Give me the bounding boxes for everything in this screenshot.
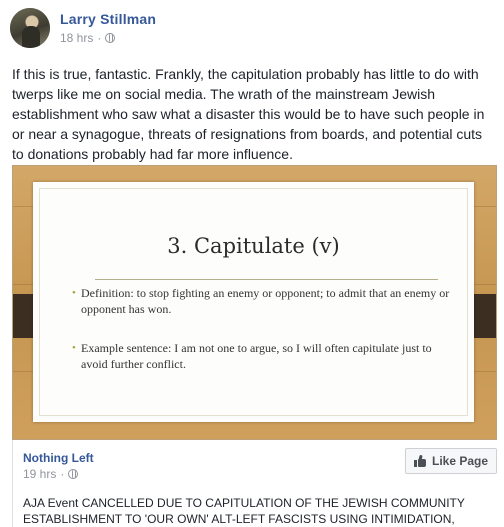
slide-divider	[95, 279, 438, 280]
post-header: Larry Stillman 18 hrs ·	[10, 8, 156, 48]
thumbs-up-icon	[413, 454, 426, 467]
globe-icon[interactable]	[68, 469, 79, 479]
avatar[interactable]	[10, 8, 50, 48]
shared-post-text: AJA Event CANCELLED DUE TO CAPITULATION …	[23, 496, 465, 526]
slide-bullet-example: • Example sentence: I am not one to argu…	[72, 340, 451, 372]
post-timestamp[interactable]: 18 hrs	[60, 31, 93, 45]
bullet-icon: •	[72, 342, 76, 354]
shared-image[interactable]: 3. Capitulate (v) • Definition: to stop …	[12, 165, 497, 440]
shared-post-meta: 19 hrs ·	[23, 467, 79, 481]
like-page-label: Like Page	[431, 454, 489, 468]
bullet-icon: •	[72, 287, 76, 299]
post-header-text: Larry Stillman 18 hrs ·	[60, 11, 156, 45]
meta-separator: ·	[60, 467, 65, 481]
like-page-button[interactable]: Like Page	[405, 448, 497, 474]
meta-separator: ·	[97, 31, 102, 45]
globe-icon[interactable]	[105, 33, 116, 43]
avatar-figure	[22, 26, 40, 48]
post-text: If this is true, fantastic. Frankly, the…	[12, 66, 485, 162]
post-meta: 18 hrs ·	[60, 31, 156, 45]
slide-bullet-text: Example sentence: I am not one to argue,…	[81, 341, 432, 371]
shared-post: Nothing Left 19 hrs · Like Page AJA Even…	[12, 440, 497, 527]
slide-bullet-definition: • Definition: to stop fighting an enemy …	[72, 285, 451, 317]
slide-bullet-text: Definition: to stop fighting an enemy or…	[81, 286, 450, 316]
author-name[interactable]: Larry Stillman	[60, 11, 156, 27]
slide-title: 3. Capitulate (v)	[167, 234, 340, 258]
shared-post-timestamp[interactable]: 19 hrs	[23, 467, 56, 481]
shared-page-name[interactable]: Nothing Left	[23, 451, 94, 465]
slide: 3. Capitulate (v) • Definition: to stop …	[33, 182, 474, 422]
